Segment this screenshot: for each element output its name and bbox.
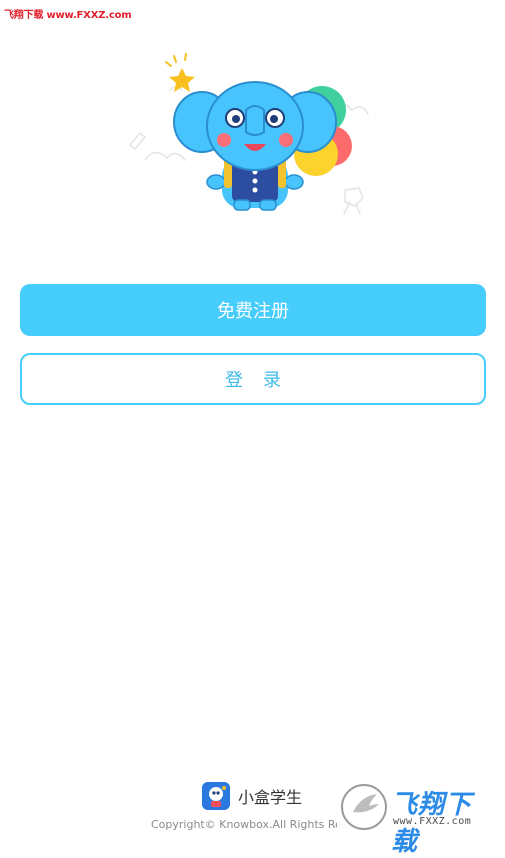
watermark-url: www.FXXZ.com [393,816,472,827]
fxxz-logo-icon [341,784,387,830]
login-button[interactable]: 登录 [20,353,486,405]
watermark-bottom: 飞翔下载 www.FXXZ.com [337,780,497,857]
register-button[interactable]: 免费注册 [20,284,486,336]
elephant-mascot-illustration [128,53,369,215]
footer-app-brand: 小盒学生 [202,782,302,810]
watermark-top-text: 飞翔下载 www.FXXZ.com [4,10,132,21]
app-logo-icon [202,782,230,810]
app-name-label: 小盒学生 [238,788,303,807]
